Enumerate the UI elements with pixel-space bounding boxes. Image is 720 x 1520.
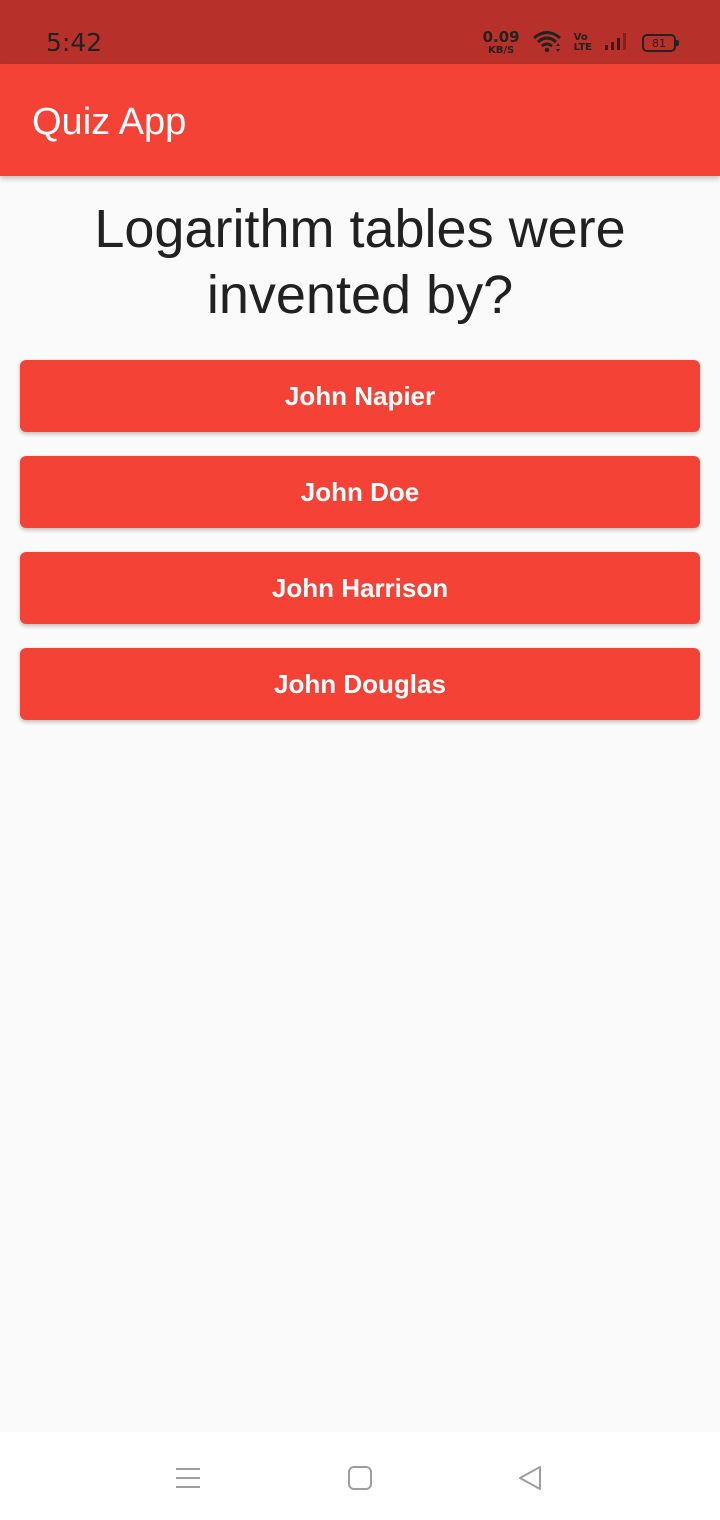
volte-icon: Vo LTE	[574, 33, 592, 53]
answer-button-john-douglas[interactable]: John Douglas	[20, 648, 700, 720]
answer-list: John Napier John Doe John Harrison John …	[20, 360, 700, 720]
volte-bottom-label: LTE	[573, 42, 592, 53]
network-speed: 0.09 KB/S	[483, 30, 520, 56]
back-icon[interactable]	[510, 1458, 550, 1498]
app-title: Quiz App	[32, 101, 187, 143]
question-text: Logarithm tables were invented by?	[94, 199, 626, 325]
menu-icon[interactable]	[168, 1458, 208, 1498]
signal-icon	[604, 30, 630, 57]
battery-icon: 81	[642, 34, 679, 52]
network-speed-value: 0.09	[482, 28, 520, 46]
status-icons: 0.09 KB/S Vo LTE 81	[483, 28, 679, 58]
network-speed-unit: KB/S	[488, 45, 515, 56]
status-time: 5:42	[46, 28, 103, 57]
status-bar: 5:42 0.09 KB/S Vo LTE 81	[0, 0, 720, 64]
answer-button-john-harrison[interactable]: John Harrison	[20, 552, 700, 624]
home-icon[interactable]	[340, 1458, 380, 1498]
app-bar: Quiz App	[0, 64, 720, 176]
answer-button-john-doe[interactable]: John Doe	[20, 456, 700, 528]
battery-level: 81	[652, 36, 666, 50]
system-nav-bar	[0, 1432, 720, 1520]
wifi-icon	[532, 29, 562, 58]
answer-button-john-napier[interactable]: John Napier	[20, 360, 700, 432]
